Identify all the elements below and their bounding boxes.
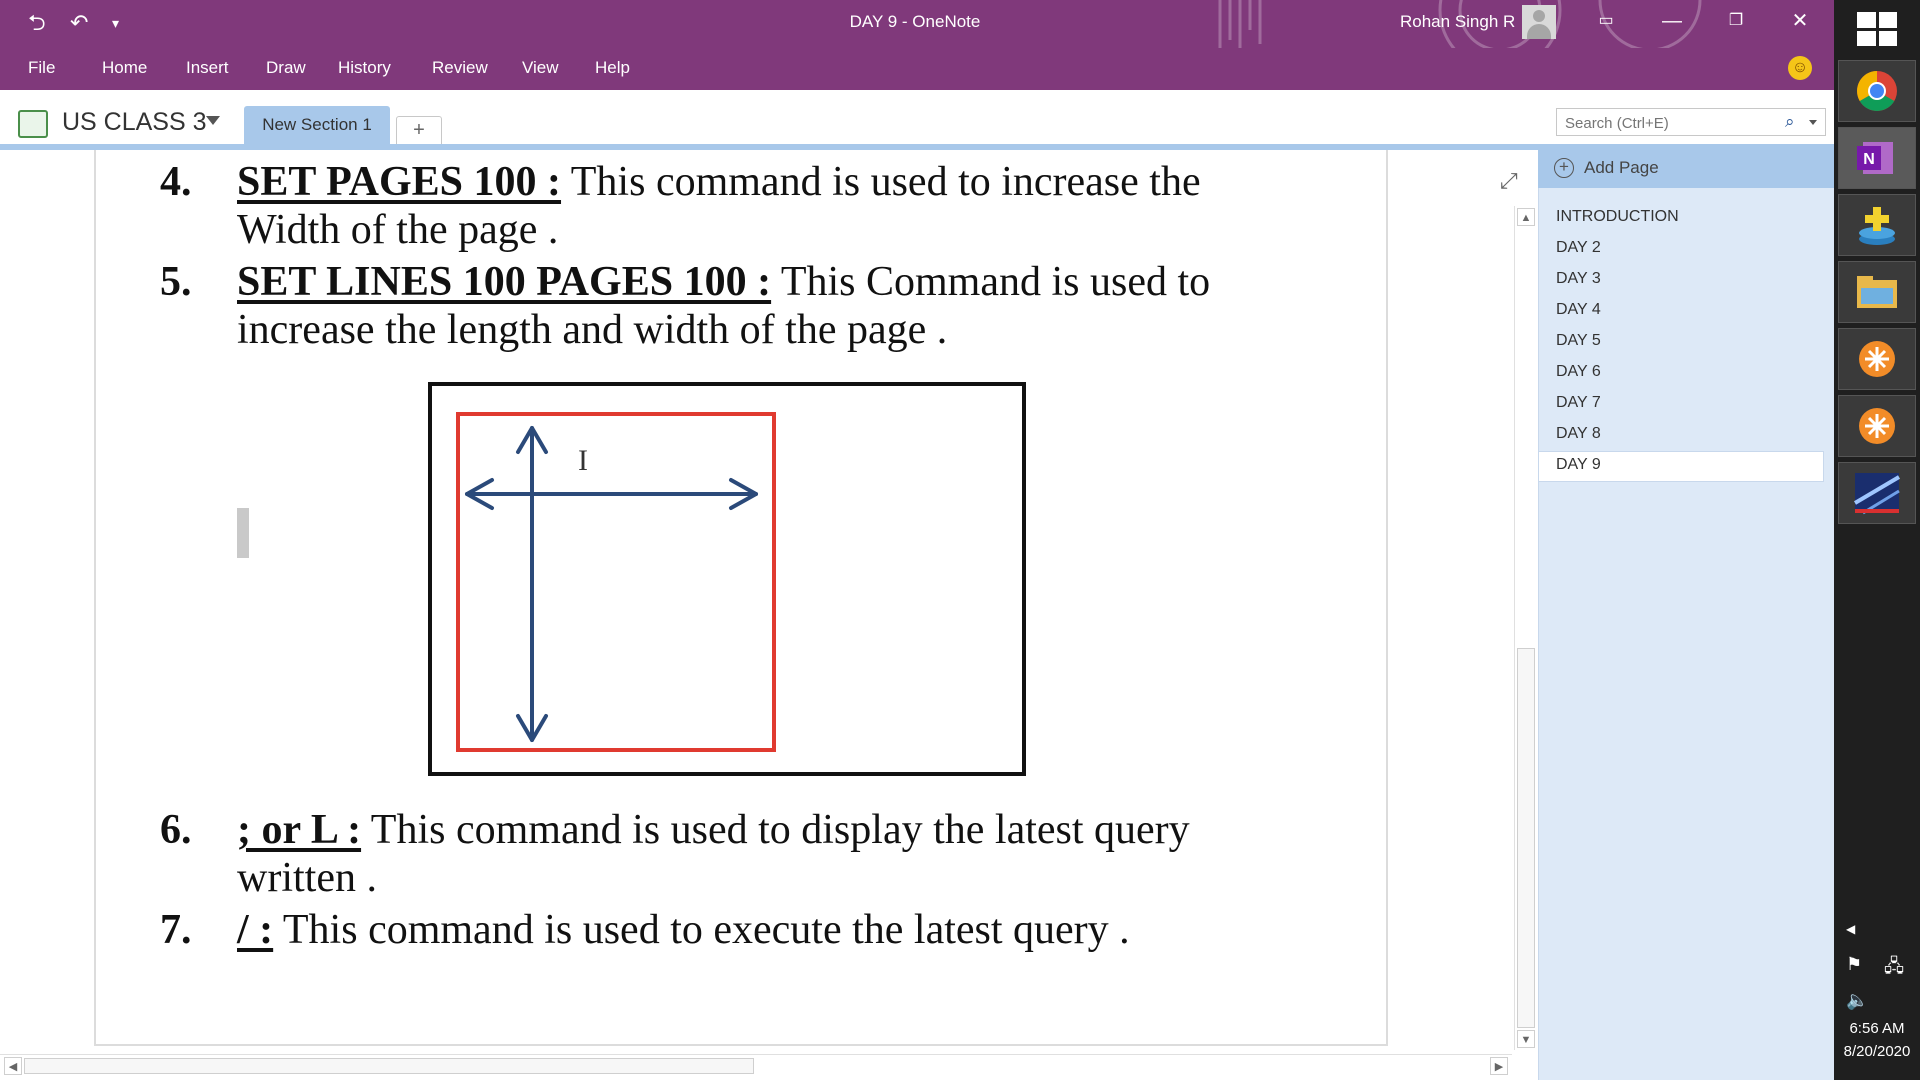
command-name: ; or L : bbox=[237, 807, 362, 853]
svg-text:N: N bbox=[1863, 151, 1875, 168]
clock-time[interactable]: 6:56 AM bbox=[1834, 1020, 1920, 1037]
avatar[interactable] bbox=[1522, 5, 1556, 39]
show-hidden-icons-icon[interactable]: ◀ bbox=[1846, 922, 1855, 936]
add-page-button[interactable]: + Add Page bbox=[1538, 150, 1834, 188]
page-item-day-6[interactable]: DAY 6 bbox=[1556, 363, 1601, 381]
page-item-day-3[interactable]: DAY 3 bbox=[1556, 270, 1601, 288]
horizontal-scroll-thumb[interactable] bbox=[24, 1058, 754, 1074]
taskbar-app-orange-2[interactable] bbox=[1838, 395, 1916, 457]
page-item-day-2[interactable]: DAY 2 bbox=[1556, 239, 1601, 257]
chrome-icon bbox=[1857, 71, 1897, 111]
close-icon[interactable]: ✕ bbox=[1780, 6, 1820, 36]
page-item-introduction[interactable]: INTRODUCTION bbox=[1556, 208, 1679, 226]
taskbar-app-photo[interactable] bbox=[1838, 462, 1916, 524]
restore-icon[interactable]: ❐ bbox=[1716, 6, 1756, 36]
item-body: ; or L : This command is used to display… bbox=[237, 806, 1297, 902]
network-icon[interactable]: 🖧 bbox=[1884, 954, 1904, 984]
text-cursor-icon: I bbox=[578, 444, 588, 477]
scroll-left-icon[interactable]: ◀ bbox=[4, 1057, 22, 1075]
taskbar-app-orange-1[interactable] bbox=[1838, 328, 1916, 390]
scroll-up-icon[interactable]: ▲ bbox=[1517, 208, 1535, 226]
vertical-scrollbar[interactable]: ▲ ▼ bbox=[1514, 206, 1537, 1050]
page-item-day-8[interactable]: DAY 8 bbox=[1556, 425, 1601, 443]
taskbar-file-explorer[interactable] bbox=[1838, 261, 1916, 323]
taskbar-app-plus[interactable] bbox=[1838, 194, 1916, 256]
minimize-icon[interactable]: — bbox=[1652, 6, 1692, 36]
file-explorer-icon bbox=[1857, 276, 1897, 308]
scroll-right-icon[interactable]: ▶ bbox=[1490, 1057, 1508, 1075]
user-name[interactable]: Rohan Singh R bbox=[1400, 12, 1515, 32]
page-item-day-5[interactable]: DAY 5 bbox=[1556, 332, 1601, 350]
add-page-label: Add Page bbox=[1584, 158, 1659, 177]
app-plus-icon bbox=[1859, 207, 1895, 245]
app-orange-icon bbox=[1859, 408, 1895, 444]
vertical-scroll-thumb[interactable] bbox=[1517, 648, 1535, 1028]
horizontal-scrollbar[interactable]: ◀ ▶ bbox=[0, 1054, 1512, 1077]
onenote-window: ⮌ ↶ ▾ DAY 9 - OneNote Rohan Singh R ▭ — … bbox=[0, 0, 1834, 1080]
command-description: This command is used to display the late… bbox=[237, 807, 1190, 901]
taskbar-onenote[interactable]: N bbox=[1838, 127, 1916, 189]
figure-arrows bbox=[465, 426, 758, 742]
expand-page-icon[interactable]: ⤢ bbox=[1500, 168, 1518, 194]
item-body: / : This command is used to execute the … bbox=[237, 906, 1297, 954]
scroll-down-icon[interactable]: ▼ bbox=[1517, 1030, 1535, 1048]
clock-date[interactable]: 8/20/2020 bbox=[1834, 1043, 1920, 1060]
command-description: This command is used to execute the late… bbox=[273, 907, 1130, 953]
item-number: 7. bbox=[160, 907, 192, 953]
item-number: 6. bbox=[160, 807, 192, 853]
page-list-panel bbox=[1538, 150, 1834, 1080]
command-name: / : bbox=[237, 907, 274, 953]
search-icon[interactable]: ⌕ bbox=[1785, 112, 1795, 132]
page-item-day-7[interactable]: DAY 7 bbox=[1556, 394, 1601, 412]
feedback-smiley-icon[interactable]: ☺ bbox=[1788, 56, 1812, 80]
onenote-icon: N bbox=[1857, 142, 1893, 174]
page-item-day-4[interactable]: DAY 4 bbox=[1556, 301, 1601, 319]
page-item-day-9[interactable]: DAY 9 bbox=[1556, 456, 1601, 474]
windows-start-icon[interactable] bbox=[1857, 12, 1897, 46]
taskbar-chrome[interactable] bbox=[1838, 60, 1916, 122]
container-grip-handle[interactable] bbox=[237, 508, 249, 558]
app-photo-icon bbox=[1853, 473, 1901, 515]
action-center-flag-icon[interactable]: ⚑ bbox=[1846, 954, 1862, 975]
search-scope-dropdown-icon[interactable] bbox=[1809, 120, 1817, 125]
app-orange-icon bbox=[1859, 341, 1895, 377]
search-input[interactable] bbox=[1563, 112, 1777, 134]
search-box[interactable]: ⌕ bbox=[1556, 108, 1826, 136]
ribbon-display-options-icon[interactable]: ▭ bbox=[1586, 6, 1626, 36]
volume-icon[interactable]: 🔈 bbox=[1846, 990, 1868, 1011]
add-page-plus-icon: + bbox=[1554, 158, 1574, 178]
